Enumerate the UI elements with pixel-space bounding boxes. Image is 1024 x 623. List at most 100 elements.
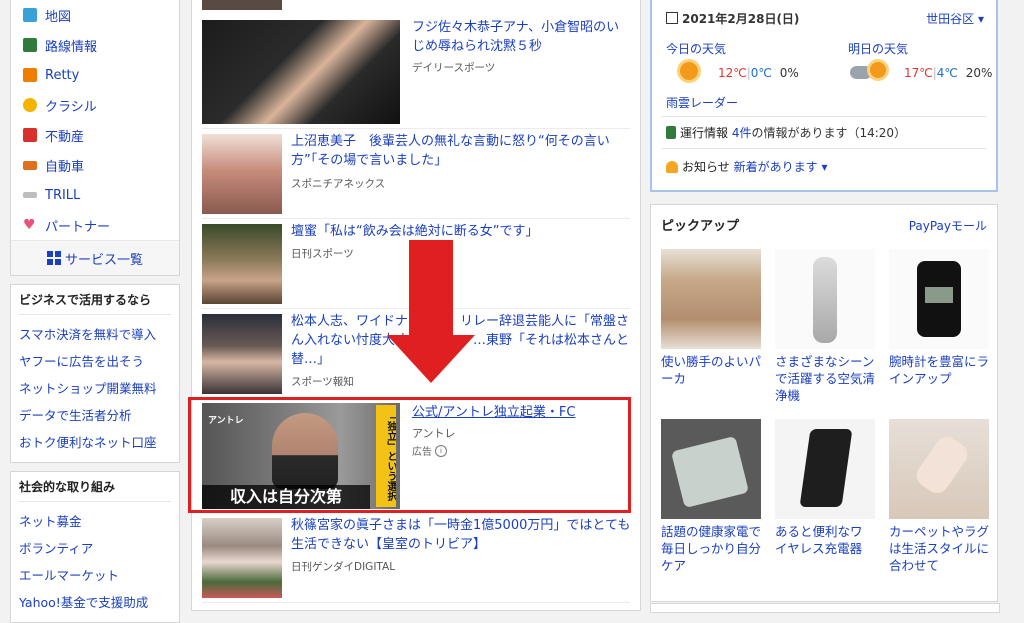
grid-icon xyxy=(46,251,61,265)
train-info[interactable]: 運行情報 4件の情報があります（14:20） xyxy=(666,124,906,141)
news-column: フジ佐々木恭子アナ、小倉智昭のいじめ辱ねられ沈黙５秒 デイリースポーツ 上沼恵美… xyxy=(188,0,641,611)
trill-icon xyxy=(23,192,37,198)
business-title: ビジネスで活用するなら xyxy=(19,291,171,315)
service-retty[interactable]: Retty xyxy=(11,60,179,90)
service-map[interactable]: 地図 xyxy=(11,0,179,30)
pickup-caption: あると便利なワイヤレス充電器 xyxy=(775,524,863,556)
air-purifier-image xyxy=(775,249,875,349)
social-panel: 社会的な取り組み ネット募金 ボランティア エールマーケット Yahoo!基金で… xyxy=(10,471,180,623)
weather-date: 2021年2月28日(日) xyxy=(682,12,800,26)
business-panel: ビジネスで活用するなら スマホ決済を無料で導入 ヤフーに広告を出そう ネットショ… xyxy=(10,284,180,463)
train-icon xyxy=(666,126,676,139)
hoodie-image xyxy=(661,249,761,349)
weather-header: 2021年2月28日(日) 世田谷区 ▾ xyxy=(666,10,984,28)
notice-info[interactable]: お知らせ 新着があります ▾ xyxy=(666,158,827,175)
news-item[interactable]: フジ佐々木恭子アナ、小倉智昭のいじめ辱ねられ沈黙５秒 デイリースポーツ xyxy=(202,20,630,124)
service-kurashiru[interactable]: クラシル xyxy=(11,90,179,120)
divider xyxy=(662,148,986,149)
train-icon xyxy=(23,38,37,52)
house-icon xyxy=(23,128,37,142)
pickup-caption: カーペットやラグは生活スタイルに合わせて xyxy=(889,524,990,573)
service-realestate[interactable]: 不動産 xyxy=(11,120,179,150)
service-label: 地図 xyxy=(45,9,72,25)
business-link[interactable]: データで生活者分析 xyxy=(19,402,171,429)
today-temps: 12℃|0℃ 0% xyxy=(718,66,799,80)
today-label[interactable]: 今日の天気 xyxy=(666,40,726,57)
all-services-button[interactable]: サービス一覧 xyxy=(11,240,179,275)
notice-label: お知らせ xyxy=(682,160,730,174)
business-link[interactable]: スマホ決済を無料で導入 xyxy=(19,321,171,348)
news-thumbnail[interactable] xyxy=(202,0,282,10)
notice-text: 新着があります xyxy=(733,160,818,174)
pickup-box: ピックアップ PayPayモール 使い勝手のよいパーカ さまざまなシーンで活躍す… xyxy=(650,204,998,602)
news-source: スポニチアネックス xyxy=(291,178,386,190)
pickup-item[interactable]: カーペットやラグは生活スタイルに合わせて xyxy=(889,419,989,574)
divider xyxy=(202,128,630,129)
pickup-caption: さまざまなシーンで活躍する空気清浄機 xyxy=(775,354,876,403)
sun-icon xyxy=(680,62,698,80)
all-services-label: サービス一覧 xyxy=(64,252,143,268)
news-item[interactable]: 上沼恵美子 後輩芸人の無礼な言動に怒り“何その言い方”「その場で言いました」 ス… xyxy=(202,134,630,214)
area-select[interactable]: 世田谷区 ▾ xyxy=(926,10,984,27)
carpet-image xyxy=(889,419,989,519)
service-car[interactable]: 自動車 xyxy=(11,150,179,180)
news-title[interactable]: フジ佐々木恭子アナ、小倉智昭のいじめ辱ねられ沈黙５秒 xyxy=(412,18,627,56)
calendar-icon xyxy=(666,12,678,24)
social-title: 社会的な取り組み xyxy=(19,478,171,502)
map-icon xyxy=(23,8,37,22)
train-label: 運行情報 xyxy=(680,126,729,140)
social-link[interactable]: ネット募金 xyxy=(19,508,171,535)
pickup-caption: 腕時計を豊富にラインアップ xyxy=(889,354,990,386)
service-label: 路線情報 xyxy=(45,39,98,55)
business-link[interactable]: ネットショップ開業無料 xyxy=(19,375,171,402)
arrow-annotation xyxy=(409,240,453,340)
pickup-item[interactable]: 腕時計を豊富にラインアップ xyxy=(889,249,989,387)
social-link[interactable]: ボランティア xyxy=(19,535,171,562)
news-title[interactable]: 上沼恵美子 後輩芸人の無礼な言動に怒り“何その言い方”「その場で言いました」 xyxy=(291,132,641,170)
pickup-item[interactable]: さまざまなシーンで活躍する空気清浄機 xyxy=(775,249,875,404)
today-high: 12℃ xyxy=(718,66,747,80)
service-label: Retty xyxy=(45,67,80,83)
divider xyxy=(202,218,630,219)
pickup-item[interactable]: あると便利なワイヤレス充電器 xyxy=(775,419,875,557)
caret-down-icon: ▾ xyxy=(821,160,828,174)
news-thumbnail xyxy=(202,224,282,304)
news-title[interactable]: 秋篠宮家の眞子さまは「一時金1億5000万円」ではとても生活できない【皇室のトリ… xyxy=(291,516,641,554)
news-source: 日刊ゲンダイDIGITAL xyxy=(291,561,396,573)
weather-box: 2021年2月28日(日) 世田谷区 ▾ 今日の天気 明日の天気 12℃|0℃ … xyxy=(650,0,998,192)
news-item[interactable]: 秋篠宮家の眞子さまは「一時金1億5000万円」ではとても生活できない【皇室のトリ… xyxy=(202,518,630,598)
service-train[interactable]: 路線情報 xyxy=(11,30,179,60)
business-link[interactable]: おトク便利なネット口座 xyxy=(19,429,171,456)
news-source: スポーツ報知 xyxy=(291,376,354,388)
tomorrow-high: 17℃ xyxy=(904,66,933,80)
heart-icon: ♥ xyxy=(23,217,36,233)
pickup-item[interactable]: 話題の健康家電で毎日しっかり自分ケア xyxy=(661,419,761,574)
tomorrow-label[interactable]: 明日の天気 xyxy=(848,40,908,57)
social-link[interactable]: エールマーケット xyxy=(19,562,171,589)
cloud-icon xyxy=(850,66,872,79)
bottom-box-edge xyxy=(650,603,1000,613)
service-label: 自動車 xyxy=(45,159,85,175)
service-partner[interactable]: ♥ パートナー xyxy=(11,210,179,240)
arrow-annotation-head xyxy=(387,335,475,383)
service-trill[interactable]: TRILL xyxy=(11,180,179,210)
train-count: 4件 xyxy=(731,126,752,140)
radar-link[interactable]: 雨雲レーダー xyxy=(666,94,738,111)
store-link[interactable]: PayPayモール xyxy=(909,217,987,234)
service-label: 不動産 xyxy=(45,129,85,145)
tomorrow-temps: 17℃|4℃ 20% xyxy=(904,66,993,80)
news-title[interactable]: 壇蜜「私は“飲み会は絶対に断る女”です」 xyxy=(291,222,641,241)
caret-down-icon: ▾ xyxy=(977,12,984,26)
today-low: 0℃ xyxy=(750,66,772,80)
social-link[interactable]: Yahoo!基金で支援助成 xyxy=(19,589,171,616)
tomorrow-low: 4℃ xyxy=(936,66,958,80)
pickup-caption: 使い勝手のよいパーカ xyxy=(661,354,762,386)
pickup-item[interactable]: 使い勝手のよいパーカ xyxy=(661,249,761,387)
pickup-caption: 話題の健康家電で毎日しっかり自分ケア xyxy=(661,524,762,573)
car-icon xyxy=(23,160,37,170)
right-sidebar: 2021年2月28日(日) 世田谷区 ▾ 今日の天気 明日の天気 12℃|0℃ … xyxy=(650,0,998,602)
news-thumbnail xyxy=(202,134,282,214)
divider xyxy=(202,602,630,603)
business-link[interactable]: ヤフーに広告を出そう xyxy=(19,348,171,375)
news-thumbnail xyxy=(202,518,282,598)
